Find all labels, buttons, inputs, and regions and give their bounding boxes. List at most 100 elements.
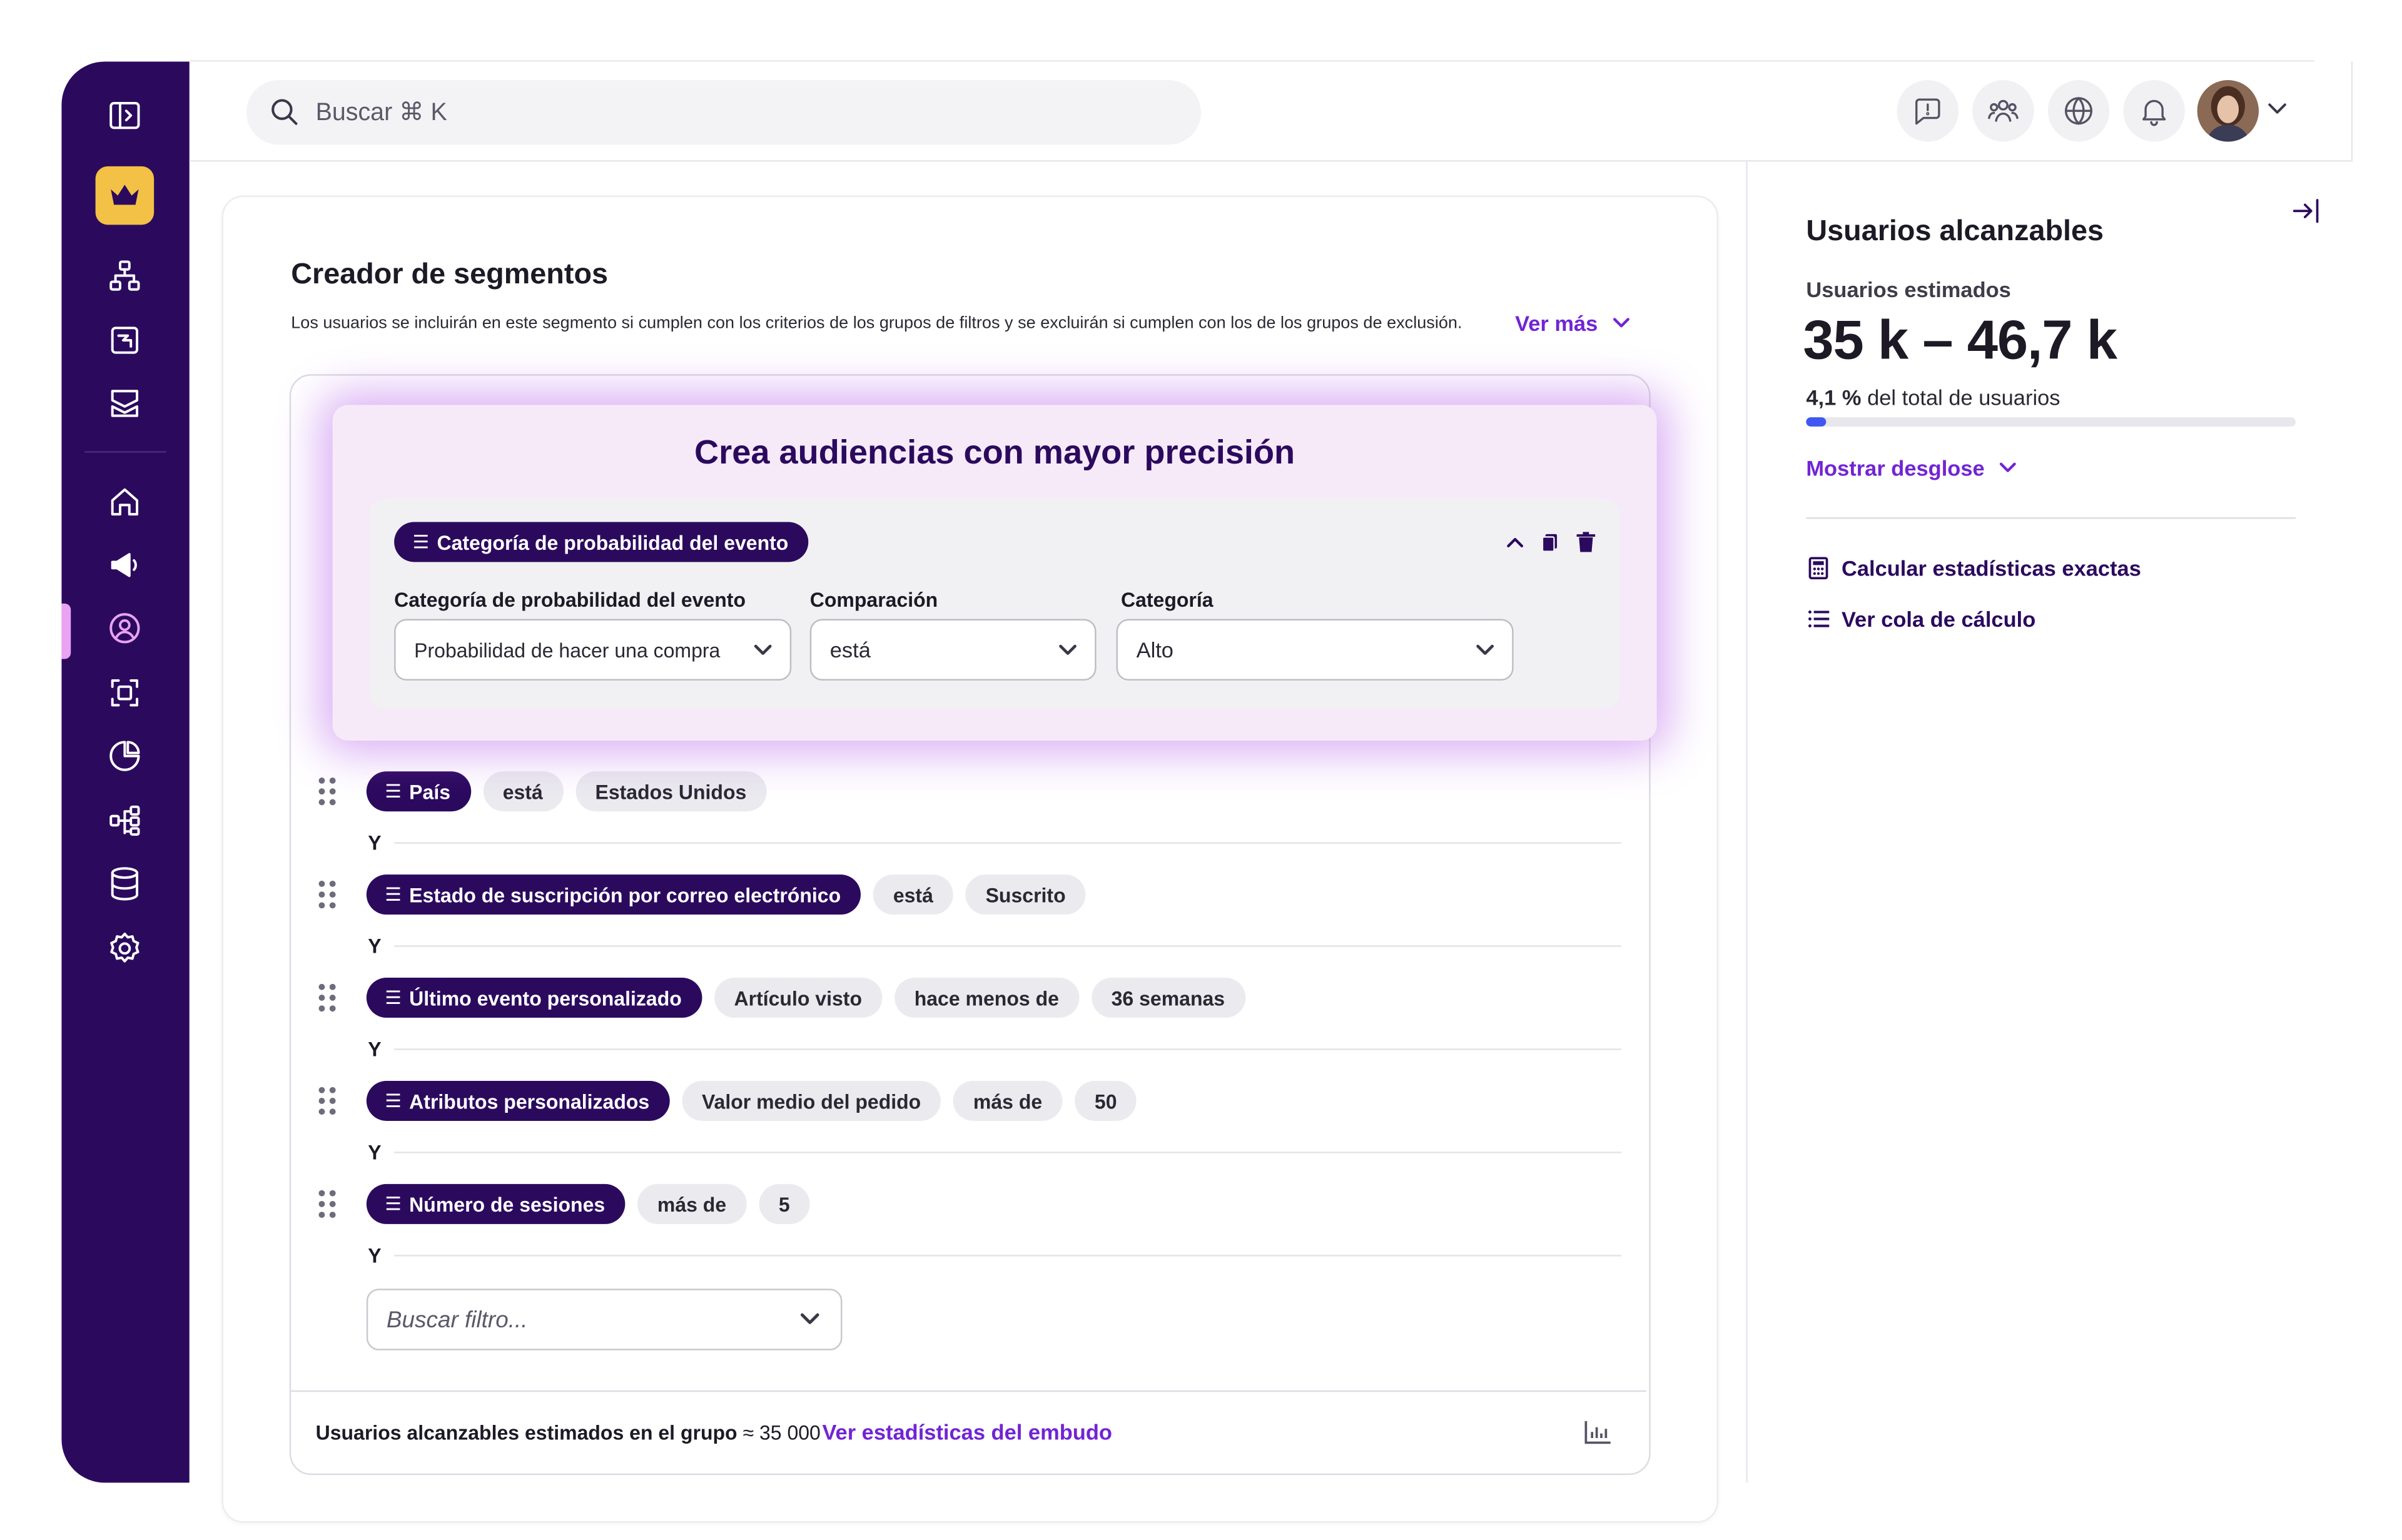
header-right-border xyxy=(2351,61,2353,160)
calculate-exact-stats-button[interactable]: Calcular estadísticas exactas xyxy=(1806,556,2141,580)
search-filter-dropdown[interactable]: Buscar filtro... xyxy=(366,1289,843,1350)
group-reach-label: Usuarios alcanzables estimados en el gru… xyxy=(315,1421,737,1444)
probability-select[interactable]: Probabilidad de hacer una compra xyxy=(394,619,792,681)
funnel-stats-link[interactable]: Ver estadísticas del embudo xyxy=(822,1420,1112,1444)
group-footer-divider xyxy=(291,1390,1646,1392)
filter-pill-label: Último evento personalizado xyxy=(409,986,682,1010)
search-bar[interactable]: Buscar ⌘ K xyxy=(246,79,1201,145)
sidebar-divider xyxy=(84,451,166,453)
globe-icon[interactable] xyxy=(2047,79,2110,142)
filter-value-pill[interactable]: hace menos de xyxy=(894,978,1079,1018)
filter-value-pill[interactable]: más de xyxy=(953,1080,1063,1121)
filter-value-pill[interactable]: 5 xyxy=(758,1183,810,1224)
field-label-probability: Categoría de probabilidad del evento xyxy=(394,588,746,612)
probability-select-value: Probabilidad de hacer una compra xyxy=(414,638,721,662)
filter-value-pill[interactable]: Estados Unidos xyxy=(575,771,767,812)
sidebar xyxy=(61,61,190,1483)
audience-icon[interactable] xyxy=(103,607,146,650)
event-probability-filter: ☰ Categoría de probabilidad del evento C… xyxy=(369,499,1620,709)
filter-value-pill[interactable]: está xyxy=(482,771,563,812)
filter-value-pill[interactable]: está xyxy=(873,874,953,915)
crown-icon[interactable] xyxy=(95,166,155,225)
drag-handle-icon[interactable] xyxy=(318,1190,338,1218)
chevron-down-icon xyxy=(1476,644,1494,654)
drag-handle-icon[interactable] xyxy=(318,778,338,806)
settings-icon[interactable] xyxy=(103,927,146,970)
alert-icon[interactable] xyxy=(1897,79,1959,142)
sidebar-toggle-icon[interactable] xyxy=(103,94,146,137)
field-label-category: Categoría xyxy=(1120,588,1214,612)
filter-value-pill[interactable]: Valor medio del pedido xyxy=(681,1080,941,1121)
filter-sliders-icon: ☰ xyxy=(385,780,402,803)
calculator-icon xyxy=(1808,557,1828,580)
megaphone-icon[interactable] xyxy=(103,544,146,587)
view-calculation-queue-button[interactable]: Ver cola de cálculo xyxy=(1806,607,2035,631)
drag-handle-icon[interactable] xyxy=(318,1087,338,1115)
workflow-icon[interactable] xyxy=(103,799,146,843)
category-select[interactable]: Alto xyxy=(1116,619,1514,681)
show-breakdown-link[interactable]: Mostrar desglose xyxy=(1806,456,2019,480)
filter-sliders-icon: ☰ xyxy=(385,883,402,906)
collapse-panel-icon[interactable] xyxy=(2291,196,2322,226)
filter-pill[interactable]: ☰ Categoría de probabilidad del evento xyxy=(394,522,809,562)
right-panel-title: Usuarios alcanzables xyxy=(1806,215,2104,248)
filter-pill[interactable]: ☰ País xyxy=(366,771,471,812)
field-label-comparison: Comparación xyxy=(809,588,938,612)
chevron-down-icon xyxy=(754,644,772,654)
trash-icon[interactable] xyxy=(1574,530,1598,554)
page-title: Creador de segmentos xyxy=(291,258,609,291)
filter-pill[interactable]: ☰ Número de sesiones xyxy=(366,1183,626,1224)
avatar[interactable] xyxy=(2197,79,2259,142)
users-icon[interactable] xyxy=(1972,79,2034,142)
search-filter-placeholder: Buscar filtro... xyxy=(386,1306,528,1333)
reach-progress-bar xyxy=(1806,417,2296,427)
drag-handle-icon[interactable] xyxy=(318,983,338,1012)
filter-row: ☰ Estado de suscripción por correo electr… xyxy=(366,874,1086,915)
chevron-up-icon[interactable] xyxy=(1504,531,1526,552)
search-icon xyxy=(271,99,298,125)
feature-highlight-overlay: Crea audiencias con mayor precisión ☰ Ca… xyxy=(332,405,1657,741)
overlay-title: Crea audiencias con mayor precisión xyxy=(694,432,1295,472)
filter-value-pill[interactable]: 36 semanas xyxy=(1091,978,1245,1018)
page-description: Los usuarios se incluirán en este segmen… xyxy=(291,314,1462,333)
bell-icon[interactable] xyxy=(2123,79,2185,142)
drag-handle-icon[interactable] xyxy=(318,880,338,909)
show-breakdown-label: Mostrar desglose xyxy=(1806,455,1985,480)
filter-pill-label: Número de sesiones xyxy=(409,1192,606,1216)
home-icon[interactable] xyxy=(103,480,146,524)
reach-progress-fill xyxy=(1806,417,1827,427)
canvas-icon[interactable] xyxy=(103,319,146,362)
filter-sliders-icon: ☰ xyxy=(412,531,430,553)
group-reach-summary: Usuarios alcanzables estimados en el gru… xyxy=(316,1421,821,1444)
filter-pill-label: Estado de suscripción por correo electró… xyxy=(409,883,841,906)
reach-percent-suffix: del total de usuarios xyxy=(1867,385,2060,410)
filter-pill[interactable]: ☰ Último evento personalizado xyxy=(366,978,702,1018)
filter-value-pill[interactable]: más de xyxy=(637,1183,747,1224)
search-input[interactable]: Buscar ⌘ K xyxy=(316,97,447,128)
filter-pill[interactable]: ☰ Atributos personalizados xyxy=(366,1080,670,1121)
bar-chart-icon[interactable] xyxy=(1583,1418,1613,1446)
chevron-down-icon[interactable] xyxy=(2265,97,2289,121)
filter-row: ☰ Atributos personalizados Valor medio del… xyxy=(366,1080,1137,1121)
hierarchy-icon[interactable] xyxy=(103,254,146,297)
filter-toolbar xyxy=(1504,530,1598,554)
row-divider xyxy=(394,842,1621,844)
campaigns-icon[interactable] xyxy=(103,382,146,425)
calculate-exact-stats-label: Calcular estadísticas exactas xyxy=(1841,555,2141,580)
pie-chart-icon[interactable] xyxy=(103,734,146,778)
filter-value-pill[interactable]: 50 xyxy=(1074,1080,1137,1121)
chevron-down-icon xyxy=(800,1313,819,1324)
copy-icon[interactable] xyxy=(1538,530,1561,554)
scan-icon[interactable] xyxy=(103,671,146,714)
comparison-select[interactable]: está xyxy=(809,619,1097,681)
filter-pill-label: Atributos personalizados xyxy=(409,1089,650,1113)
and-connector: Y xyxy=(368,1244,382,1267)
filter-value-pill[interactable]: Suscrito xyxy=(965,874,1086,915)
ver-mas-link[interactable]: Ver más xyxy=(1515,311,1631,336)
filter-value-pill[interactable]: Artículo visto xyxy=(714,978,883,1018)
sidebar-active-indicator xyxy=(61,603,71,659)
row-divider xyxy=(394,1048,1621,1050)
filter-pill[interactable]: ☰ Estado de suscripción por correo electr… xyxy=(366,874,861,915)
filter-row: ☰ País está Estados Unidos xyxy=(366,771,767,812)
database-icon[interactable] xyxy=(103,862,146,905)
